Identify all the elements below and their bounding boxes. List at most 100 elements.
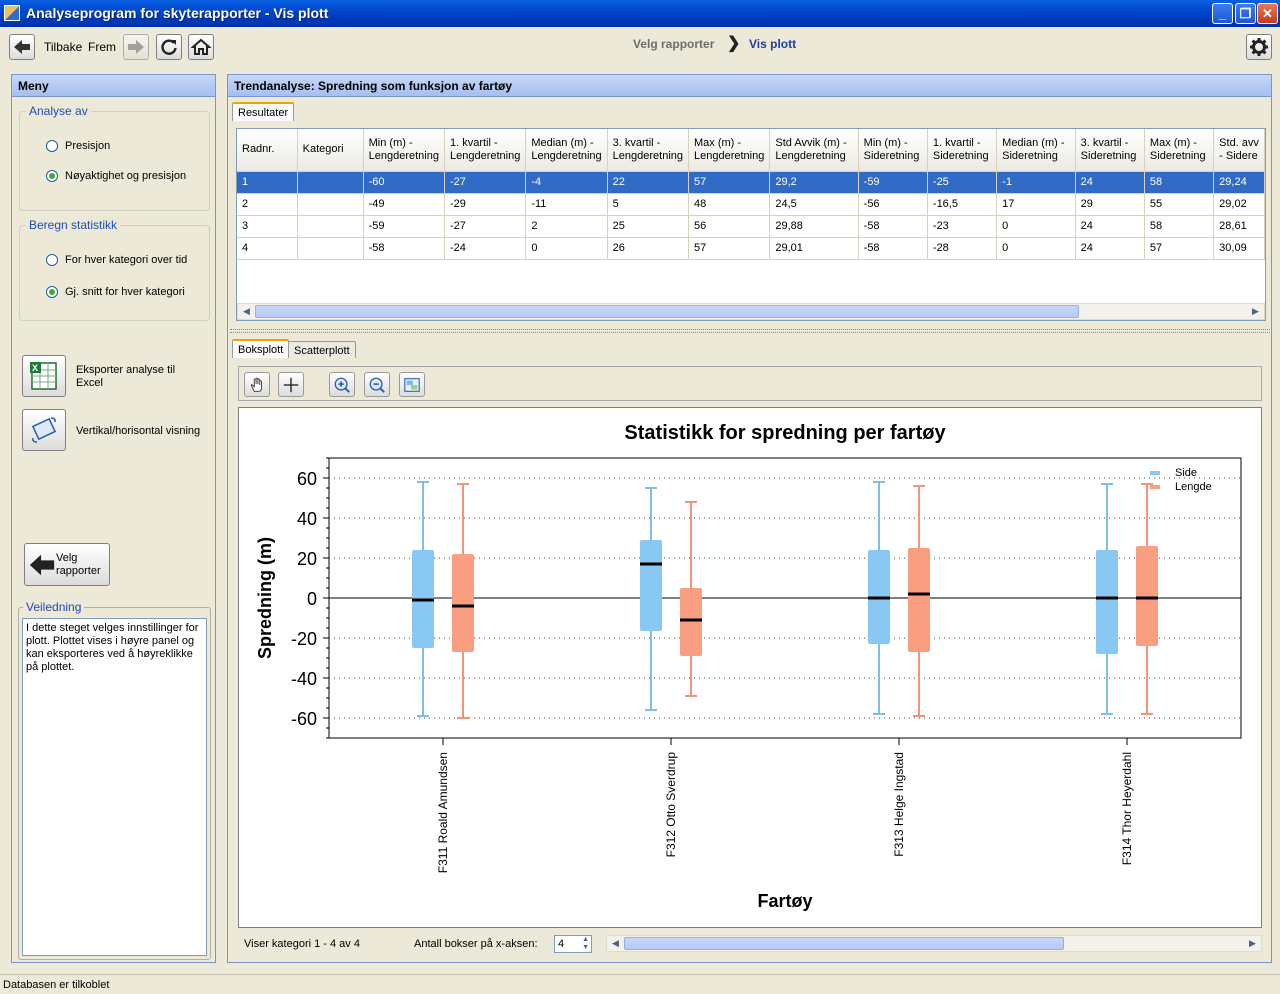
boxplot-chart[interactable]: Statistikk for spredning per fartøy 60 40 2… [239, 408, 1261, 927]
toggle-orientation-button[interactable] [22, 409, 66, 451]
column-header[interactable]: Radnr. [237, 129, 298, 172]
back-button[interactable] [9, 34, 35, 60]
table-cell[interactable]: 57 [688, 171, 771, 194]
scroll-left-icon[interactable]: ◀ [239, 305, 254, 318]
table-cell[interactable]: 4 [237, 237, 298, 260]
table-cell[interactable]: 58 [1144, 215, 1215, 238]
zoom-out-button[interactable] [364, 372, 390, 397]
stepper-arrows-icon[interactable]: ▲ ▼ [582, 936, 589, 952]
table-cell[interactable]: 29,24 [1213, 171, 1265, 194]
radio-circle[interactable] [46, 254, 58, 266]
column-header[interactable]: Std Avvik (m) - Lengderetning [769, 129, 859, 172]
crumb-select-reports[interactable]: Velg rapporter [633, 37, 714, 51]
table-cell[interactable]: 29,88 [769, 215, 859, 238]
table-cell[interactable]: -1 [996, 171, 1076, 194]
table-cell[interactable]: 28,61 [1213, 215, 1265, 238]
table-cell[interactable]: 0 [525, 237, 608, 260]
column-header[interactable]: 1. kvartil - Sideretning [927, 129, 998, 172]
back-label[interactable]: Tilbake [44, 40, 82, 54]
table-cell[interactable]: 22 [607, 171, 690, 194]
table-cell[interactable]: -28 [927, 237, 998, 260]
table-cell[interactable]: 24 [1075, 171, 1145, 194]
radio-accuracy-precision[interactable]: Nøyaktighet og presisjon [46, 170, 186, 182]
table-cell[interactable]: -56 [858, 193, 928, 216]
table-cell[interactable]: 55 [1144, 193, 1215, 216]
boxplot-area[interactable]: Statistikk for spredning per fartøy 60 40 2… [238, 407, 1262, 928]
column-header[interactable]: Max (m) - Lengderetning [688, 129, 771, 172]
table-cell[interactable]: 56 [688, 215, 771, 238]
column-header[interactable]: Min (m) - Sideretning [858, 129, 928, 172]
refresh-button[interactable] [156, 34, 182, 60]
table-cell[interactable]: 3 [237, 215, 298, 238]
radio-average-per-category[interactable]: Gj. snitt for hver kategori [46, 286, 185, 298]
forward-label[interactable]: Frem [88, 40, 116, 54]
radio-circle[interactable] [46, 170, 58, 182]
table-cell[interactable]: -58 [858, 237, 928, 260]
table-cell[interactable]: 24 [1075, 237, 1145, 260]
table-cell[interactable]: -58 [858, 215, 928, 238]
table-cell[interactable]: 1 [237, 171, 298, 194]
boxes-value[interactable]: 4 [558, 938, 564, 950]
table-cell[interactable]: 24,5 [769, 193, 859, 216]
scroll-right-icon[interactable]: ▶ [1245, 937, 1260, 950]
table-cell[interactable]: 24 [1075, 215, 1145, 238]
column-header[interactable]: 3. kvartil - Sideretning [1075, 129, 1145, 172]
pan-button[interactable] [244, 372, 270, 397]
table-row[interactable]: 1 -60 -27 -4 22 57 29,2 -59 -25 -1 24 58 29,24 [237, 171, 1265, 194]
table-cell[interactable]: 48 [688, 193, 771, 216]
column-header[interactable]: Min (m) - Lengderetning [363, 129, 445, 172]
scrollbar-thumb[interactable] [255, 305, 1079, 318]
zoom-in-button[interactable] [329, 372, 355, 397]
table-cell[interactable] [297, 171, 364, 194]
table-cell[interactable]: -49 [363, 193, 445, 216]
table-cell[interactable]: 26 [607, 237, 690, 260]
table-cell[interactable]: 29,01 [769, 237, 859, 260]
results-grid[interactable]: Radnr. Kategori Min (m) - Lengderetning 1. k… [236, 128, 1266, 321]
column-header[interactable]: Std. avv - Sidere [1213, 129, 1265, 172]
table-cell[interactable]: -27 [444, 171, 527, 194]
table-cell[interactable]: -58 [363, 237, 445, 260]
splitter[interactable] [230, 329, 1270, 333]
table-cell[interactable]: 0 [996, 215, 1076, 238]
radio-precision[interactable]: Presisjon [46, 140, 110, 152]
table-cell[interactable]: -16,5 [927, 193, 998, 216]
table-cell[interactable] [297, 193, 364, 216]
radio-circle[interactable] [46, 286, 58, 298]
table-cell[interactable]: 29,2 [769, 171, 859, 194]
table-cell[interactable] [297, 215, 364, 238]
table-cell[interactable]: -25 [927, 171, 998, 194]
column-header[interactable]: Max (m) - Sideretning [1144, 129, 1215, 172]
scroll-left-icon[interactable]: ◀ [608, 937, 623, 950]
column-header[interactable]: Kategori [297, 129, 364, 172]
radio-circle[interactable] [46, 140, 58, 152]
table-cell[interactable]: 58 [1144, 171, 1215, 194]
maximize-button[interactable]: ❐ [1235, 3, 1256, 24]
home-button[interactable] [188, 34, 214, 60]
reset-view-button[interactable] [399, 372, 425, 397]
column-header[interactable]: Median (m) - Lengderetning [525, 129, 608, 172]
table-cell[interactable]: -27 [444, 215, 527, 238]
table-cell[interactable]: 30,09 [1213, 237, 1265, 260]
export-excel-button[interactable]: X [22, 355, 66, 397]
tab-scatterplot[interactable]: Scatterplott [288, 341, 356, 358]
toggle-orientation-label[interactable]: Vertikal/horisontal visning [76, 425, 200, 438]
tab-boxplot[interactable]: Boksplott [232, 339, 290, 358]
column-header[interactable]: 3. kvartil - Lengderetning [607, 129, 690, 172]
table-cell[interactable]: 5 [607, 193, 690, 216]
table-cell[interactable] [297, 237, 364, 260]
table-cell[interactable]: 29 [1075, 193, 1145, 216]
boxes-stepper[interactable]: 4 ▲ ▼ [554, 935, 592, 953]
table-cell[interactable]: 0 [996, 237, 1076, 260]
table-cell[interactable]: -59 [858, 171, 928, 194]
forward-button[interactable] [123, 34, 149, 60]
table-cell[interactable]: 25 [607, 215, 690, 238]
table-row[interactable]: 3 -59 -27 2 25 56 29,88 -58 -23 0 24 58 28,61 [237, 215, 1265, 238]
crosshair-button[interactable] [278, 372, 304, 397]
export-excel-label[interactable]: Eksporter analyse til Excel [76, 364, 196, 390]
radio-per-category-over-time[interactable]: For hver kategori over tid [46, 254, 187, 266]
table-cell[interactable]: 57 [1144, 237, 1215, 260]
scrollbar-thumb[interactable] [624, 937, 1064, 950]
table-cell[interactable]: 57 [688, 237, 771, 260]
settings-button[interactable] [1246, 34, 1272, 60]
table-cell[interactable]: -59 [363, 215, 445, 238]
